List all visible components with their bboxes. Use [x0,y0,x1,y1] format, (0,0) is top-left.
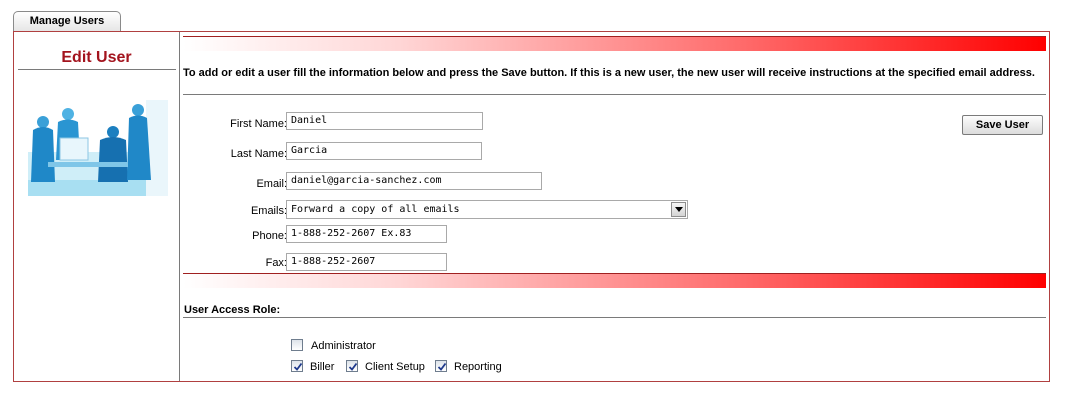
client-setup-checkbox[interactable] [346,360,358,372]
instructions-text: To add or edit a user fill the informati… [183,67,1035,79]
checkmark-icon [437,362,447,371]
client-setup-label: Client Setup [365,361,425,373]
administrator-label: Administrator [311,340,376,352]
email-label: Email: [256,178,287,190]
user-access-role-title: User Access Role: [184,304,281,316]
reporting-checkbox[interactable] [435,360,447,372]
divider [183,94,1046,95]
biller-label: Biller [310,361,335,373]
last-name-label: Last Name: [230,148,287,160]
tab-manage-users[interactable]: Manage Users [13,11,121,31]
sidebar-title: Edit User [61,49,132,66]
last-name-input[interactable]: Garcia [286,142,482,160]
phone-label: Phone: [252,230,287,242]
email-input[interactable]: daniel@garcia-sanchez.com [286,172,542,190]
sidebar: Edit User [14,32,180,381]
administrator-checkbox[interactable] [291,339,303,351]
fax-label: Fax: [265,257,287,269]
biller-checkbox[interactable] [291,360,303,372]
checkmark-icon [348,362,358,371]
divider [18,69,176,70]
divider [183,317,1046,318]
first-name-label: First Name: [230,118,287,130]
fax-input[interactable]: 1-888-252-2607 [286,253,447,271]
team-illustration [28,100,168,196]
emails-select-value: Forward a copy of all emails [291,204,460,215]
header-gradient-bar [183,36,1046,51]
edit-user-panel: Edit User To add or edit a user fill the… [13,31,1050,382]
section-gradient-bar [183,273,1046,288]
dropdown-arrow-icon[interactable] [671,202,686,217]
phone-input[interactable]: 1-888-252-2607 Ex.83 [286,225,447,243]
first-name-input[interactable]: Daniel [286,112,483,130]
checkmark-icon [293,362,303,371]
emails-label: Emails: [250,205,287,217]
save-user-button[interactable]: Save User [962,115,1043,135]
emails-select[interactable]: Forward a copy of all emails [286,200,688,219]
reporting-label: Reporting [454,361,502,373]
